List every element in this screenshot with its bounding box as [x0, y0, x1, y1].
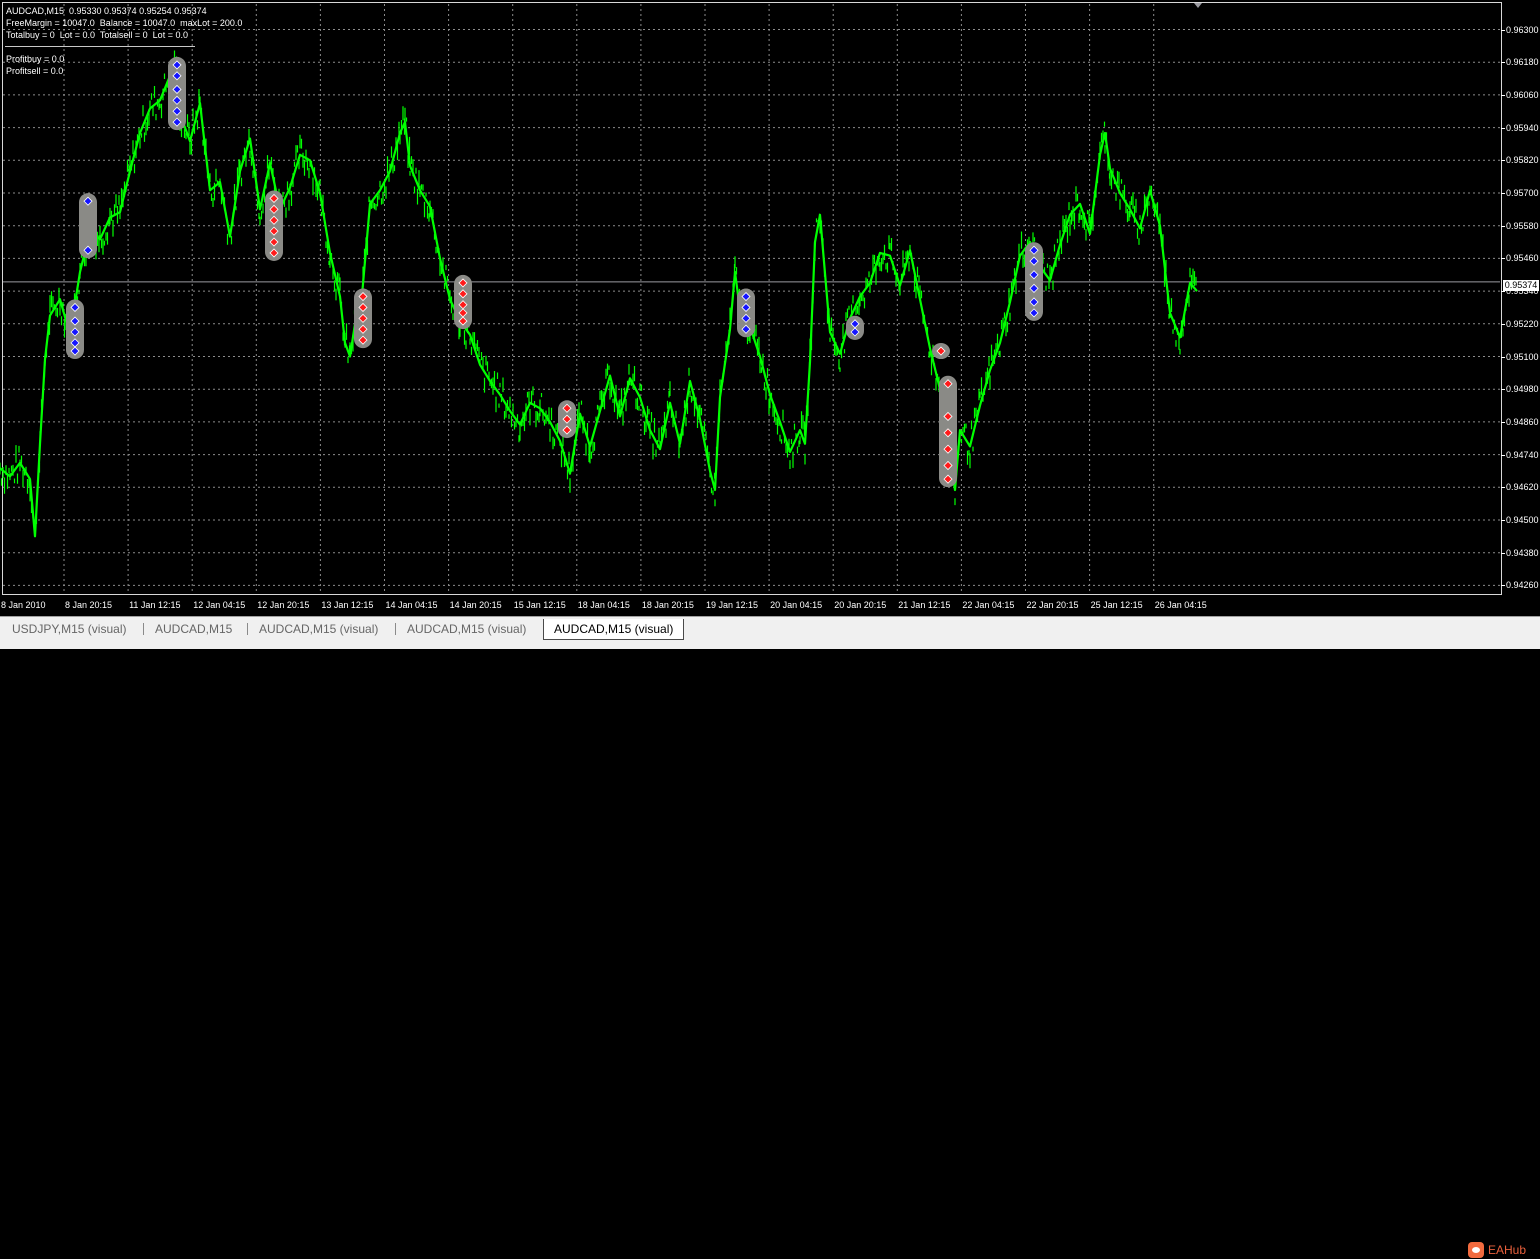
tab-audcad-m15-visual-active[interactable]: AUDCAD,M15 (visual) [543, 619, 685, 640]
eahub-logo-icon [1468, 1241, 1484, 1258]
tab-audcad-m15-visual-2[interactable]: AUDCAD,M15 (visual) [397, 620, 536, 638]
y-tick-mark [1501, 487, 1505, 488]
y-tick-label: 0.96060 [1506, 89, 1539, 100]
x-tick-label: 21 Jan 12:15 [898, 600, 951, 610]
y-tick-label: 0.94620 [1506, 482, 1539, 493]
y-tick-mark [1501, 520, 1505, 521]
chart-tab-bar: USDJPY,M15 (visual) AUDCAD,M15 AUDCAD,M1… [0, 616, 1540, 1258]
x-tick-label: 22 Jan 20:15 [1026, 600, 1079, 610]
y-tick-mark [1501, 389, 1505, 390]
profit-sell-info: Profitsell = 0.0 [6, 66, 64, 76]
brand-logo: EAHub [1468, 1241, 1526, 1259]
symbol-info: AUDCAD,M15 0.95330 0.95374 0.95254 0.953… [6, 6, 207, 16]
chart-window[interactable]: AUDCAD,M15 0.95330 0.95374 0.95254 0.953… [0, 0, 1540, 616]
y-tick-mark [1501, 193, 1505, 194]
x-tick-label: 25 Jan 12:15 [1090, 600, 1143, 610]
y-tick-label: 0.95220 [1506, 318, 1539, 329]
y-tick-label: 0.95460 [1506, 253, 1539, 264]
x-tick-label: 8 Jan 20:15 [65, 600, 113, 610]
y-tick-mark [1501, 455, 1505, 456]
x-tick-label: 20 Jan 04:15 [770, 600, 823, 610]
y-tick-mark [1501, 160, 1505, 161]
totals-info: Totalbuy = 0 Lot = 0.0 Totalsell = 0 Lot… [6, 30, 188, 40]
x-tick-label: 12 Jan 20:15 [257, 600, 310, 610]
y-tick-mark [1501, 553, 1505, 554]
y-tick-label: 0.95100 [1506, 351, 1539, 362]
info-separator [5, 46, 195, 47]
y-tick-label: 0.95940 [1506, 122, 1539, 133]
y-tick-label: 0.95700 [1506, 188, 1539, 198]
x-tick-label: 19 Jan 12:15 [706, 600, 759, 610]
y-tick-label: 0.95820 [1506, 155, 1539, 166]
y-tick-mark [1501, 128, 1505, 129]
y-tick-mark [1501, 62, 1505, 63]
tab-audcad-m15-visual-1[interactable]: AUDCAD,M15 (visual) [249, 620, 388, 638]
tab-audcad-m15[interactable]: AUDCAD,M15 [145, 620, 242, 638]
profit-buy-info: Profitbuy = 0.0 [6, 54, 65, 64]
y-tick-label: 0.94500 [1506, 515, 1539, 525]
x-tick-label: 20 Jan 20:15 [834, 600, 887, 610]
y-tick-label: 0.94740 [1506, 449, 1539, 460]
x-tick-label: 12 Jan 04:15 [193, 600, 246, 610]
y-tick-mark [1501, 291, 1505, 292]
price-chart[interactable] [0, 0, 1540, 616]
x-tick-label: 14 Jan 04:15 [385, 600, 438, 610]
x-tick-label: 18 Jan 04:15 [577, 600, 630, 610]
y-tick-mark [1501, 422, 1505, 423]
x-tick-label: 15 Jan 12:15 [513, 600, 566, 610]
y-tick-label: 0.94380 [1506, 547, 1539, 558]
tab-separator [395, 623, 396, 635]
tab-usdjpy-m15-visual[interactable]: USDJPY,M15 (visual) [2, 620, 136, 638]
x-tick-label: 26 Jan 04:15 [1154, 600, 1207, 610]
y-tick-label: 0.94980 [1506, 384, 1539, 395]
y-tick-mark [1501, 357, 1505, 358]
x-tick-label: 22 Jan 04:15 [962, 600, 1015, 610]
y-tick-label: 0.94860 [1506, 416, 1539, 427]
y-tick-mark [1501, 95, 1505, 96]
x-tick-label: 11 Jan 12:15 [129, 600, 181, 610]
y-tick-mark [1501, 258, 1505, 259]
price-line [0, 61, 1198, 538]
x-tick-label: 14 Jan 20:15 [449, 600, 502, 610]
y-tick-mark [1501, 30, 1505, 31]
y-tick-label: 0.94260 [1506, 580, 1539, 591]
x-tick-label: 13 Jan 12:15 [321, 600, 374, 610]
y-tick-mark [1501, 585, 1505, 586]
tab-separator [143, 623, 144, 635]
y-tick-mark [1501, 324, 1505, 325]
y-tick-label: 0.96180 [1506, 57, 1539, 68]
chart-shift-marker-icon[interactable] [1194, 3, 1202, 8]
y-tick-mark [1501, 226, 1505, 227]
free-margin-info: FreeMargin = 10047.0 Balance = 10047.0 m… [6, 18, 243, 28]
tab-separator [247, 623, 248, 635]
current-price-label: 0.95374 [1503, 280, 1539, 291]
y-tick-label: 0.96300 [1506, 24, 1539, 35]
brand-text: EAHub [1488, 1243, 1527, 1257]
y-tick-label: 0.95580 [1506, 220, 1539, 231]
x-tick-label: 8 Jan 2010 [1, 600, 46, 610]
x-tick-label: 18 Jan 20:15 [641, 600, 694, 610]
